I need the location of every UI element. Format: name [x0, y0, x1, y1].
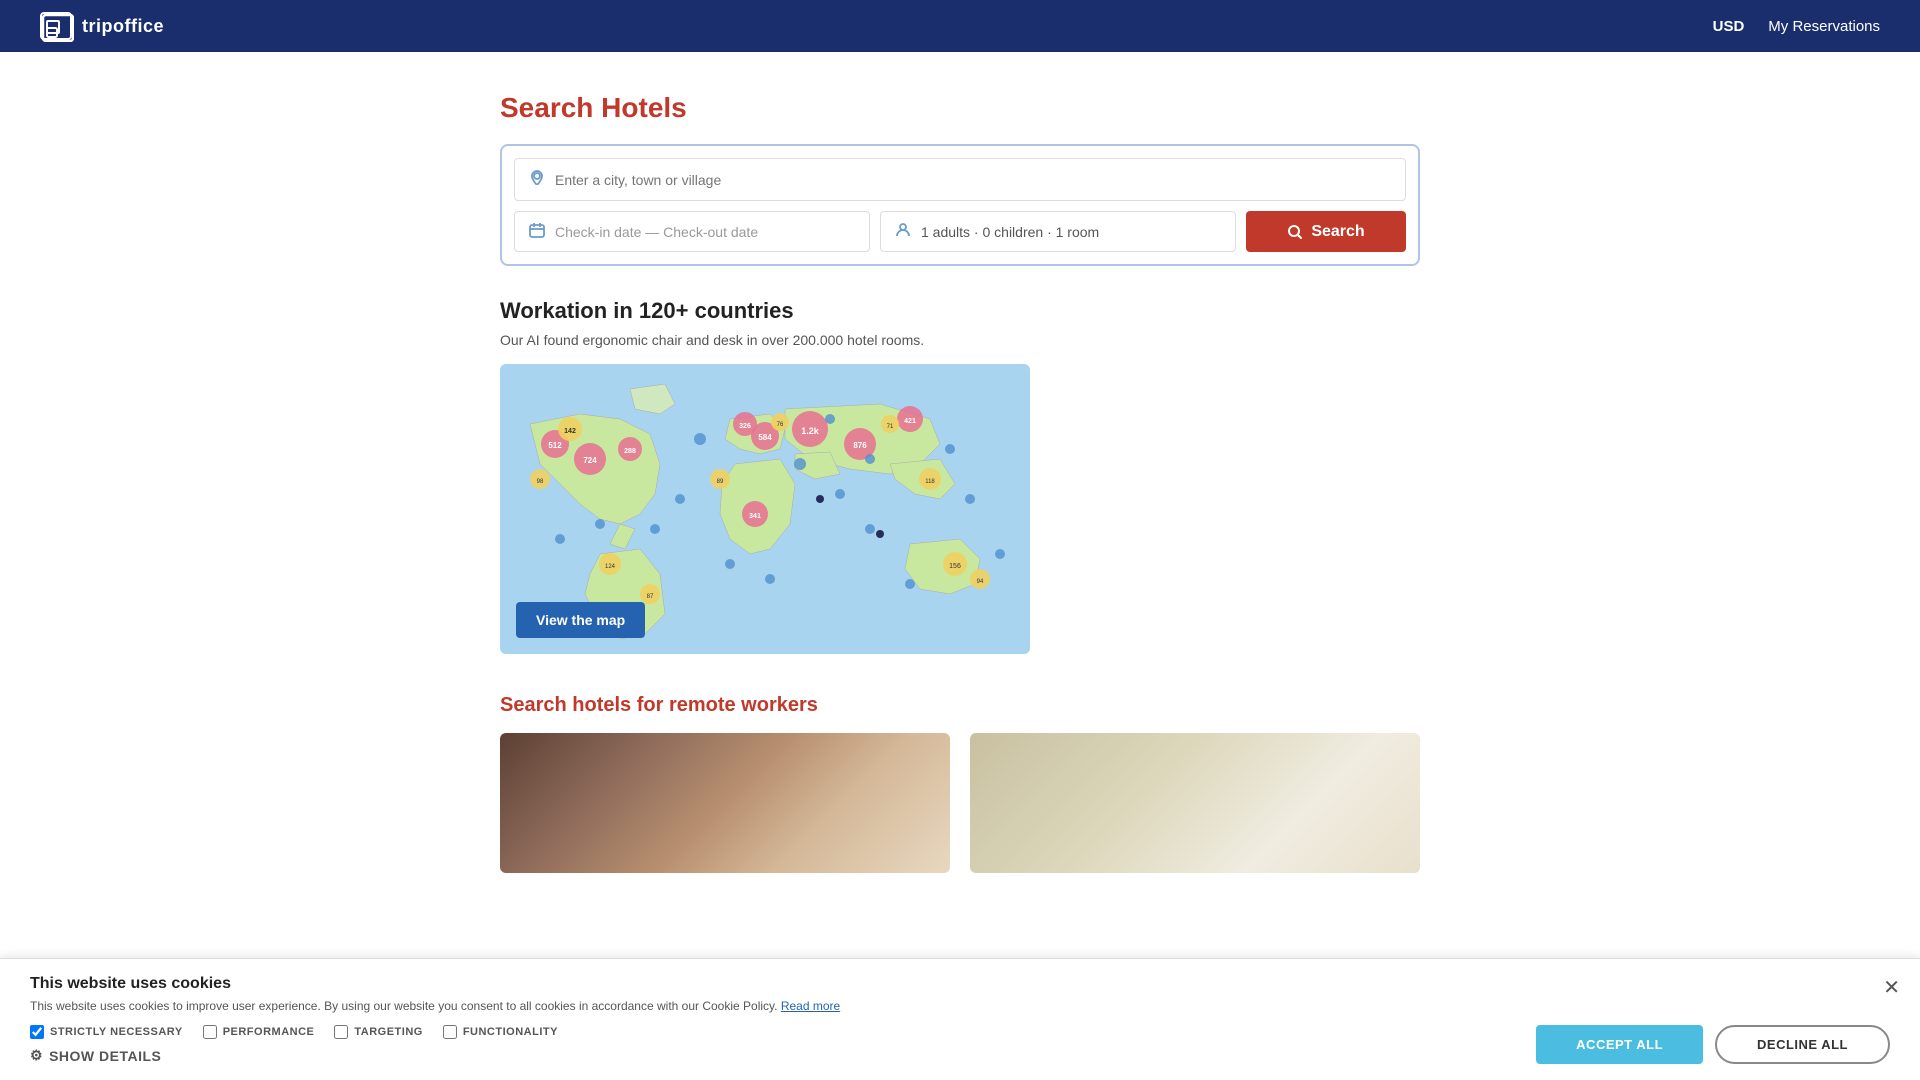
cookie-bottom-row: This website uses cookies This website u… — [30, 975, 1890, 1064]
search-location-field[interactable] — [514, 158, 1406, 201]
hotel-card-2-image — [970, 733, 1420, 873]
svg-text:118: 118 — [925, 479, 935, 485]
cookie-option-necessary[interactable]: STRICTLY NECESSARY — [30, 1025, 183, 1039]
hotel-card-1-image — [500, 733, 950, 873]
cookie-targeting-label: TARGETING — [354, 1026, 422, 1038]
hotel-cards-row — [500, 733, 1420, 873]
page-title: Search Hotels — [500, 92, 1420, 124]
dates-placeholder: Check-in date — Check-out date — [555, 224, 758, 240]
cookie-checkbox-necessary[interactable] — [30, 1025, 44, 1039]
date-picker[interactable]: Check-in date — Check-out date — [514, 211, 870, 252]
svg-text:512: 512 — [548, 441, 562, 450]
svg-text:724: 724 — [583, 456, 597, 465]
cookie-title: This website uses cookies — [30, 975, 1536, 993]
reservations-link[interactable]: My Reservations — [1768, 18, 1880, 35]
search-icon — [1287, 224, 1303, 240]
location-input[interactable] — [555, 172, 1391, 188]
page-title-plain: Search — [500, 92, 601, 123]
svg-text:421: 421 — [904, 418, 916, 425]
svg-text:876: 876 — [853, 441, 867, 450]
svg-text:288: 288 — [624, 448, 636, 455]
svg-text:124: 124 — [605, 564, 616, 570]
cookie-description: This website uses cookies to improve use… — [30, 999, 1536, 1013]
svg-text:1.2k: 1.2k — [801, 426, 820, 436]
cookie-checkbox-performance[interactable] — [203, 1025, 217, 1039]
cookie-checkbox-functionality[interactable] — [443, 1025, 457, 1039]
header: tripoffice USD My Reservations — [0, 0, 1920, 52]
workers-title-highlight: remote workers — [669, 694, 818, 716]
svg-text:341: 341 — [749, 513, 761, 520]
header-right: USD My Reservations — [1713, 18, 1880, 35]
workers-section-title: Search hotels for remote workers — [500, 694, 1420, 717]
svg-text:76: 76 — [777, 422, 784, 428]
cookie-read-more[interactable]: Read more — [781, 999, 840, 1013]
svg-text:98: 98 — [537, 479, 544, 485]
cookie-functionality-label: FUNCTIONALITY — [463, 1026, 558, 1038]
calendar-icon — [529, 222, 545, 241]
hotel-card-2[interactable] — [970, 733, 1420, 873]
cookie-option-functionality[interactable]: FUNCTIONALITY — [443, 1025, 558, 1039]
svg-text:89: 89 — [717, 479, 724, 485]
cookie-banner: ✕ This website uses cookies This website… — [0, 958, 1920, 1080]
logo-area[interactable]: tripoffice — [40, 12, 164, 40]
workation-subtitle: Our AI found ergonomic chair and desk in… — [500, 332, 1420, 348]
gear-icon: ⚙ — [30, 1047, 43, 1064]
currency-selector[interactable]: USD — [1713, 18, 1745, 35]
svg-text:156: 156 — [949, 563, 961, 570]
main-content: Search Hotels Check- — [480, 52, 1440, 913]
svg-text:142: 142 — [564, 428, 576, 435]
svg-text:584: 584 — [758, 433, 772, 442]
cookie-desc-text: This website uses cookies to improve use… — [30, 999, 777, 1013]
view-map-button[interactable]: View the map — [516, 602, 645, 638]
search-button-label: Search — [1311, 223, 1364, 241]
location-icon — [529, 169, 545, 190]
page-title-highlight: Hotels — [601, 92, 687, 123]
show-details-toggle[interactable]: ⚙ SHOW DETAILS — [30, 1047, 1536, 1064]
hotel-card-1[interactable] — [500, 733, 950, 873]
guests-selector[interactable]: 1 adults · 0 children · 1 room — [880, 211, 1236, 252]
cookie-options: STRICTLY NECESSARY PERFORMANCE TARGETING… — [30, 1025, 1536, 1039]
svg-text:326: 326 — [739, 423, 751, 430]
logo-text: tripoffice — [82, 16, 164, 37]
cookie-left-section: This website uses cookies This website u… — [30, 975, 1536, 1064]
show-details-label: SHOW DETAILS — [49, 1048, 161, 1064]
guests-value: 1 adults · 0 children · 1 room — [921, 224, 1099, 240]
svg-text:87: 87 — [647, 594, 654, 600]
cookie-option-performance[interactable]: PERFORMANCE — [203, 1025, 315, 1039]
search-box: Check-in date — Check-out date 1 adults … — [500, 144, 1420, 266]
logo-icon — [40, 12, 72, 40]
workers-title-plain: Search hotels for — [500, 694, 669, 716]
accept-all-button[interactable]: ACCEPT ALL — [1536, 1025, 1703, 1064]
guests-icon — [895, 222, 911, 241]
cookie-performance-label: PERFORMANCE — [223, 1026, 315, 1038]
svg-text:94: 94 — [977, 579, 984, 585]
cookie-necessary-label: STRICTLY NECESSARY — [50, 1026, 183, 1038]
search-row: Check-in date — Check-out date 1 adults … — [514, 211, 1406, 252]
cookie-close-button[interactable]: ✕ — [1883, 975, 1900, 1000]
svg-text:71: 71 — [887, 424, 894, 430]
world-map[interactable]: 1.2k 584 326 876 421 724 512 288 341 142… — [500, 364, 1030, 654]
search-button[interactable]: Search — [1246, 211, 1406, 252]
cookie-checkbox-targeting[interactable] — [334, 1025, 348, 1039]
decline-all-button[interactable]: DECLINE ALL — [1715, 1025, 1890, 1064]
workation-title: Workation in 120+ countries — [500, 298, 1420, 324]
cookie-option-targeting[interactable]: TARGETING — [334, 1025, 422, 1039]
cookie-right-buttons: ACCEPT ALL DECLINE ALL — [1536, 1025, 1890, 1064]
